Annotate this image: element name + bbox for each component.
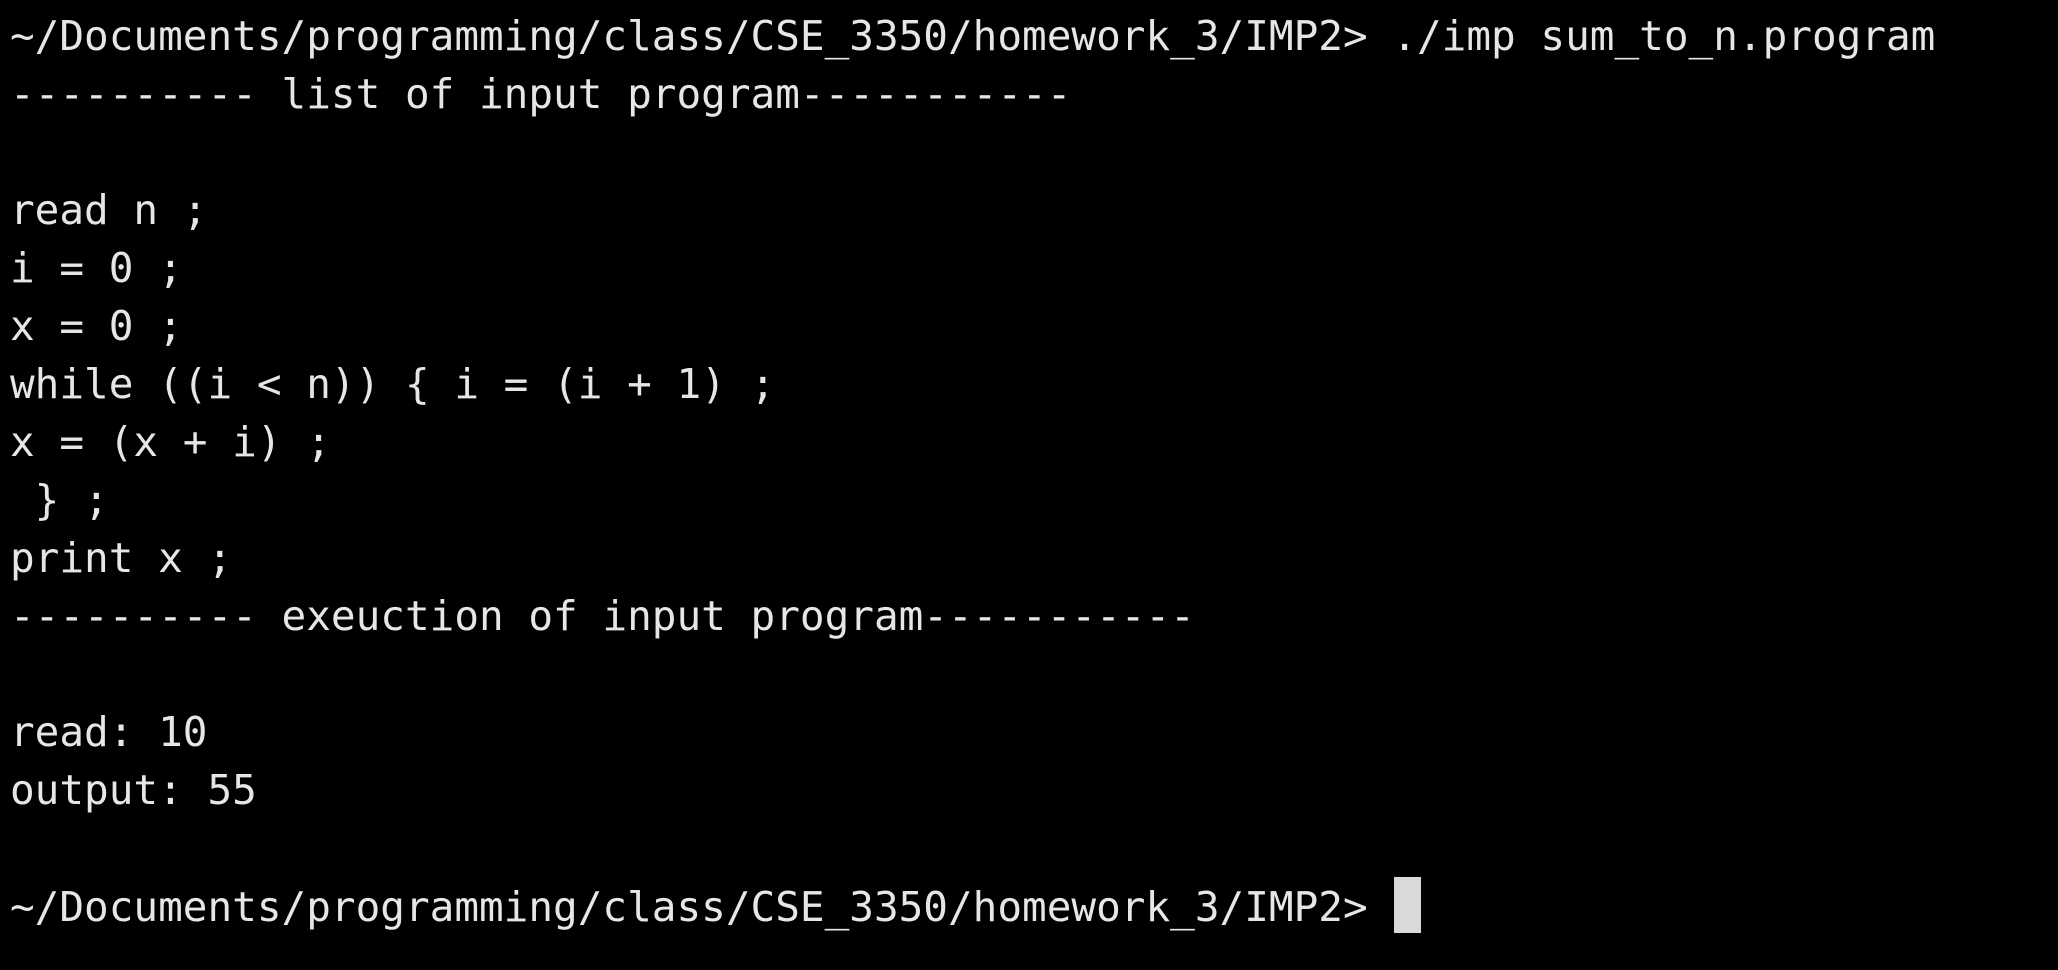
prompt-line[interactable]: ~/Documents/programming/class/CSE_3350/h… — [10, 877, 2058, 935]
execution-header: ---------- exeuction of input program---… — [10, 592, 1195, 640]
command-line: ~/Documents/programming/class/CSE_3350/h… — [10, 12, 1936, 60]
program-line: x = (x + i) ; — [10, 418, 331, 466]
program-line: while ((i < n)) { i = (i + 1) ; — [10, 360, 776, 408]
listing-header: ---------- list of input program--------… — [10, 70, 1072, 118]
program-line: read n ; — [10, 186, 208, 234]
program-line: } ; — [10, 476, 109, 524]
shell-prompt: ~/Documents/programming/class/CSE_3350/h… — [10, 883, 1393, 931]
program-line: print x ; — [10, 534, 233, 582]
read-output-line: read: 10 — [10, 708, 208, 756]
program-line: i = 0 ; — [10, 244, 183, 292]
result-output-line: output: 55 — [10, 766, 257, 814]
text-cursor — [1394, 877, 1422, 933]
program-line: x = 0 ; — [10, 302, 183, 350]
terminal-window[interactable]: ~/Documents/programming/class/CSE_3350/h… — [0, 0, 2058, 970]
